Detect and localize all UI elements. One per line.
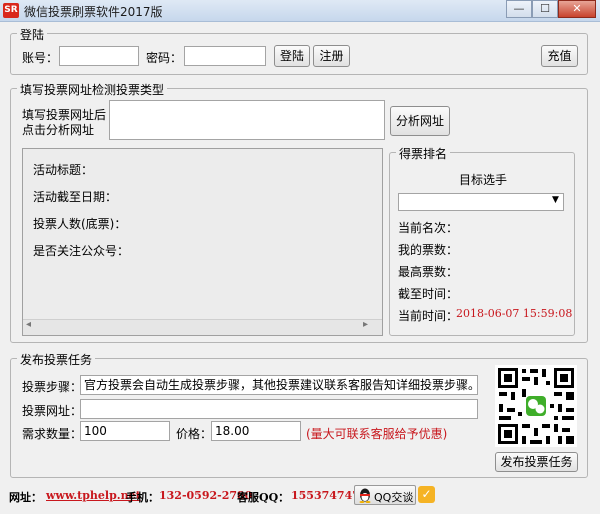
recharge-button[interactable]: 充值 bbox=[541, 45, 578, 67]
close-button[interactable]: ✕ bbox=[558, 0, 596, 18]
login-button[interactable]: 登陆 bbox=[274, 45, 310, 67]
publish-task-button[interactable]: 发布投票任务 bbox=[495, 452, 578, 472]
vote-url-textarea[interactable] bbox=[109, 100, 385, 140]
current-time-label: 当前时间： bbox=[398, 309, 459, 323]
target-player-label: 目标选手 bbox=[459, 173, 508, 187]
activity-deadline-label: 活动截至日期： bbox=[33, 190, 118, 204]
window-title: 微信投票刷票软件2017版 bbox=[24, 5, 163, 19]
detect-hint-line2: 点击分析网址 bbox=[22, 123, 95, 137]
scroll-left-icon[interactable]: ◂ bbox=[26, 319, 31, 330]
maximize-button[interactable]: ☐ bbox=[532, 0, 558, 18]
password-label: 密码： bbox=[146, 51, 183, 65]
phone-label: 手机： bbox=[126, 491, 159, 504]
account-input[interactable] bbox=[59, 46, 139, 66]
task-url-input[interactable] bbox=[80, 399, 478, 419]
vote-steps-label: 投票步骤： bbox=[22, 380, 83, 394]
discount-note: (量大可联系客服给予优惠) bbox=[306, 427, 448, 441]
site-label: 网址： bbox=[9, 491, 42, 504]
horizontal-scrollbar[interactable] bbox=[23, 319, 382, 335]
login-legend: 登陆 bbox=[17, 26, 48, 43]
password-input[interactable] bbox=[184, 46, 266, 66]
voters-count-label: 投票人数(底票)： bbox=[33, 217, 127, 231]
analyze-url-button[interactable]: 分析网址 bbox=[390, 106, 450, 136]
quantity-input[interactable]: 100 bbox=[80, 421, 170, 441]
task-url-label: 投票网址： bbox=[22, 404, 83, 418]
qq-label: 客服QQ： bbox=[237, 491, 290, 504]
minimize-button[interactable]: — bbox=[506, 0, 532, 18]
current-time-value: 2018-06-07 15:59:08 bbox=[456, 307, 573, 320]
qq-penguin-icon bbox=[358, 488, 372, 506]
vote-steps-input[interactable]: 官方投票会自动生成投票步骤，其他投票建议联系客服告知详细投票步骤。 bbox=[80, 375, 478, 395]
chevron-down-icon[interactable]: ▼ bbox=[552, 195, 559, 205]
qq-chat-button[interactable]: QQ交谈 bbox=[354, 485, 416, 505]
ranking-legend: 得票排名 bbox=[396, 145, 451, 162]
verified-check-icon: ✓ bbox=[418, 486, 435, 503]
price-label: 价格： bbox=[176, 427, 213, 441]
max-votes-label: 最高票数： bbox=[398, 265, 459, 279]
my-votes-label: 我的票数： bbox=[398, 243, 459, 257]
price-input[interactable]: 18.00 bbox=[211, 421, 301, 441]
register-button[interactable]: 注册 bbox=[313, 45, 350, 67]
current-rank-label: 当前名次： bbox=[398, 221, 459, 235]
target-player-select[interactable] bbox=[398, 193, 564, 211]
deadline-time-label: 截至时间： bbox=[398, 287, 459, 301]
detect-legend: 填写投票网址检测投票类型 bbox=[17, 81, 168, 98]
qq-chat-label: QQ交谈 bbox=[374, 491, 414, 504]
account-label: 账号： bbox=[22, 51, 59, 65]
app-logo-icon: SR bbox=[3, 3, 19, 18]
publish-task-legend: 发布投票任务 bbox=[17, 351, 96, 368]
qr-code-image bbox=[495, 365, 577, 447]
activity-title-label: 活动标题： bbox=[33, 163, 94, 177]
scroll-right-icon[interactable]: ▸ bbox=[363, 319, 368, 330]
follow-account-label: 是否关注公众号： bbox=[33, 244, 130, 258]
quantity-label: 需求数量： bbox=[22, 427, 83, 441]
